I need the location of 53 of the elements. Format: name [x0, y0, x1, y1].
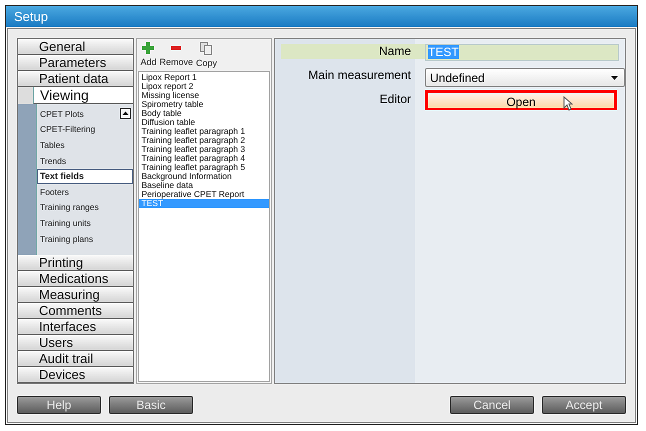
category-tab[interactable]: Users: [18, 335, 134, 351]
field-label: Editor: [378, 92, 412, 107]
category-tab[interactable]: Measuring: [18, 287, 134, 303]
window-title: Setup: [14, 9, 48, 24]
subcategory-item[interactable]: Training plans: [37, 231, 134, 246]
measurement-dropdown[interactable]: Undefined: [425, 68, 625, 87]
category-tab[interactable]: Printing: [18, 255, 134, 271]
category-tab[interactable]: Interfaces: [18, 319, 134, 335]
list-item[interactable]: Body table: [139, 109, 269, 118]
subcategory-item[interactable]: Tables: [37, 137, 134, 152]
category-tab[interactable]: Medications: [18, 271, 134, 287]
category-tab[interactable]: Comments: [18, 303, 134, 319]
subcategory-item[interactable]: Footers: [37, 184, 134, 200]
category-tab[interactable]: Patient data: [18, 71, 134, 87]
list-item[interactable]: Training leaflet paragraph 3: [139, 145, 269, 154]
list-item[interactable]: Background Information: [139, 172, 269, 181]
subcategory-item[interactable]: Text fields: [37, 168, 134, 184]
category-tab[interactable]: Audit trail: [18, 351, 134, 367]
subcategory-item[interactable]: CPET Plots: [37, 106, 118, 122]
footer-button[interactable]: Cancel: [450, 396, 534, 414]
open-button[interactable]: Open: [428, 94, 614, 108]
subcategory-item[interactable]: Training units: [37, 215, 134, 230]
category-tab[interactable]: Parameters: [18, 55, 134, 71]
list-item[interactable]: Perioperative CPET Report: [139, 190, 269, 199]
list-item[interactable]: Lipox Report 1: [139, 73, 269, 82]
footer-button[interactable]: Accept: [542, 396, 626, 414]
subcategory-item[interactable]: CPET-Filtering: [37, 122, 134, 137]
scroll-up-icon[interactable]: [120, 108, 132, 120]
category-tab[interactable]: Devices: [18, 367, 134, 383]
footer-button[interactable]: Help: [17, 396, 101, 414]
field-label: Main measurement: [307, 68, 412, 83]
list-item[interactable]: Baseline data: [139, 181, 269, 190]
footer-button[interactable]: Basic: [109, 396, 193, 414]
list-item[interactable]: Training leaflet paragraph 4: [139, 154, 269, 163]
cursor-icon: [563, 96, 573, 111]
list-item[interactable]: Training leaflet paragraph 5: [139, 163, 269, 172]
list-item[interactable]: Missing license: [139, 91, 269, 100]
category-tab[interactable]: Viewing: [33, 87, 134, 104]
toolbar-button[interactable]: Add: [140, 42, 156, 70]
subcategory-item[interactable]: Trends: [37, 153, 134, 168]
list-item[interactable]: Lipox report 2: [139, 82, 269, 91]
caret-icon: [611, 76, 618, 80]
category-tab[interactable]: General: [18, 39, 134, 55]
toolbar-button[interactable]: Copy: [196, 42, 217, 70]
field-label: Name: [281, 44, 425, 59]
copy-icon: [200, 42, 212, 55]
toolbar-button[interactable]: Remove: [159, 42, 193, 70]
plus-icon: [142, 42, 154, 54]
list-item[interactable]: Diffusion table: [139, 118, 269, 127]
list-item[interactable]: Spirometry table: [139, 100, 269, 109]
list-item[interactable]: Training leaflet paragraph 1: [139, 127, 269, 136]
subcategory-item[interactable]: Training ranges: [37, 200, 134, 215]
list-item[interactable]: Training leaflet paragraph 2: [139, 136, 269, 145]
